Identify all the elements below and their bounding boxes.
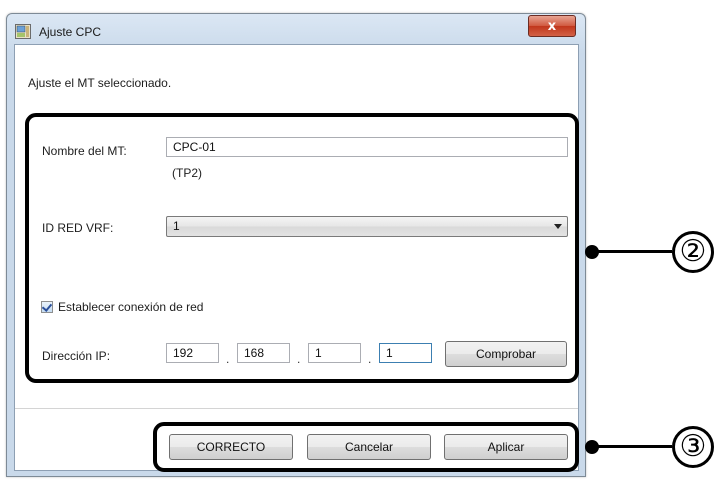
callout-line bbox=[592, 445, 672, 448]
title-bar[interactable]: Ajuste CPC x bbox=[7, 14, 585, 48]
close-icon: x bbox=[547, 18, 557, 34]
window-title: Ajuste CPC bbox=[39, 25, 102, 39]
close-button[interactable]: x bbox=[528, 15, 576, 37]
instruction-text: Ajuste el MT seleccionado. bbox=[28, 76, 172, 90]
app-icon bbox=[15, 24, 31, 39]
callout-number-2: ② bbox=[672, 231, 714, 273]
callout-line bbox=[592, 250, 672, 253]
settings-callout-frame bbox=[25, 113, 579, 383]
buttons-callout-frame bbox=[153, 422, 579, 472]
callout-number-3: ③ bbox=[672, 426, 714, 468]
divider bbox=[15, 408, 578, 409]
